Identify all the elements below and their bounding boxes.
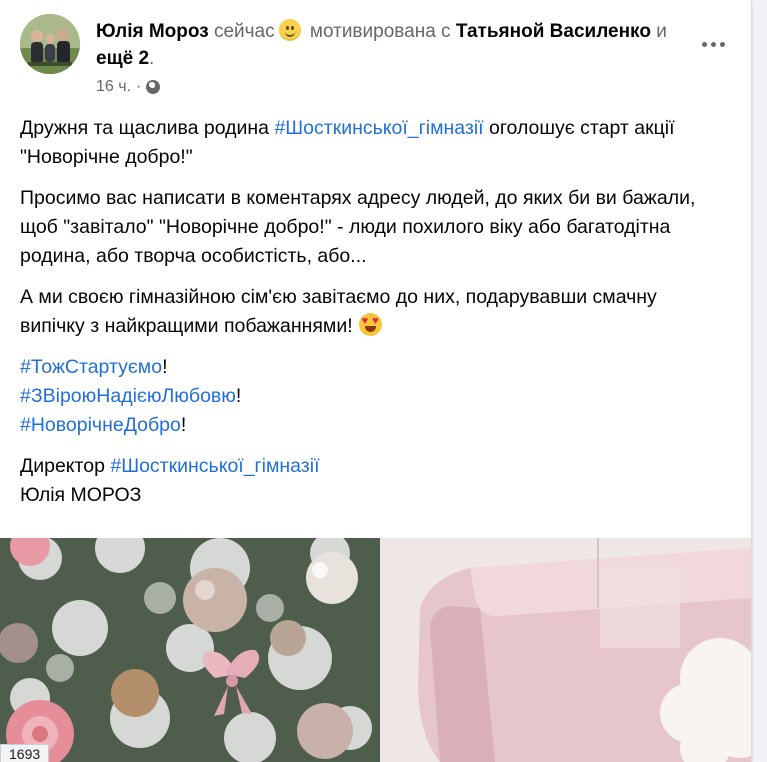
post-body: Дружня та щаслива родина #Шосткинської_г… [20,114,720,522]
post-card: Юлія Мороз сейчас мотивирована с Татьяно… [0,0,752,762]
exclamation: ! [235,385,242,407]
hashtags-block: #ТожСтартуємо! #ЗВіроюНадієюЛюбовю! #Нов… [20,353,720,440]
hashtag-link-3[interactable]: #НоворічнеДобро [20,414,181,436]
tagged-more-link[interactable]: ещё 2 [96,48,149,69]
paragraph-1-text: Дружня та щаслива родина [20,117,275,139]
counter-badge: 1693 [0,744,50,762]
timestamp-link[interactable]: 16 ч. [96,78,131,96]
hashtag-link[interactable]: #Шосткинської_гімназії [274,117,483,139]
post-photo[interactable] [0,538,751,762]
paragraph-2: Просимо вас написати в коментарях адресу… [20,187,696,267]
avatar[interactable] [20,14,80,74]
meta-separator: · [136,78,142,95]
signature-hashtag-link[interactable]: #Шосткинської_гімназії [110,455,319,477]
tagged-user-link[interactable]: Татьяной Василенко [456,21,651,42]
paragraph-1: Дружня та щаслива родина #Шосткинської_г… [20,114,720,172]
post-title: Юлія Мороз сейчас мотивирована с Татьяно… [96,18,686,72]
paragraph-3-text: А ми своєю гімназійною сім'єю завітаємо … [20,286,657,337]
smile-emoji-icon [278,19,301,41]
hashtag-link-2[interactable]: #ЗВіроюНадієюЛюбовю [20,385,236,407]
signature-name: Юлія МОРОЗ [20,484,142,506]
connector-text: и [656,21,667,42]
time-word: сейчас [213,21,275,42]
globe-icon[interactable] [146,80,161,94]
author-name[interactable]: Юлія Мороз [96,21,209,42]
more-options-button[interactable] [695,26,731,62]
exclamation: ! [162,356,168,378]
feeling-text: мотивирована с [309,21,451,42]
heart-eyes-emoji-icon [358,313,382,336]
christmas-tree-photo [0,538,751,762]
more-dots-icon [701,41,725,47]
signature: Директор #Шосткинської_гімназії Юлія МОР… [20,452,720,510]
post-meta: 16 ч. · [96,78,161,96]
title-period: . [149,48,155,69]
paragraph-3: А ми своєю гімназійною сім'єю завітаємо … [20,283,720,341]
hashtag-link-1[interactable]: #ТожСтартуємо [20,356,162,378]
avatar-photo [20,14,80,74]
post-header: Юлія Мороз сейчас мотивирована с Татьяно… [20,14,720,104]
signature-role: Директор [20,455,111,477]
exclamation: ! [180,414,187,436]
